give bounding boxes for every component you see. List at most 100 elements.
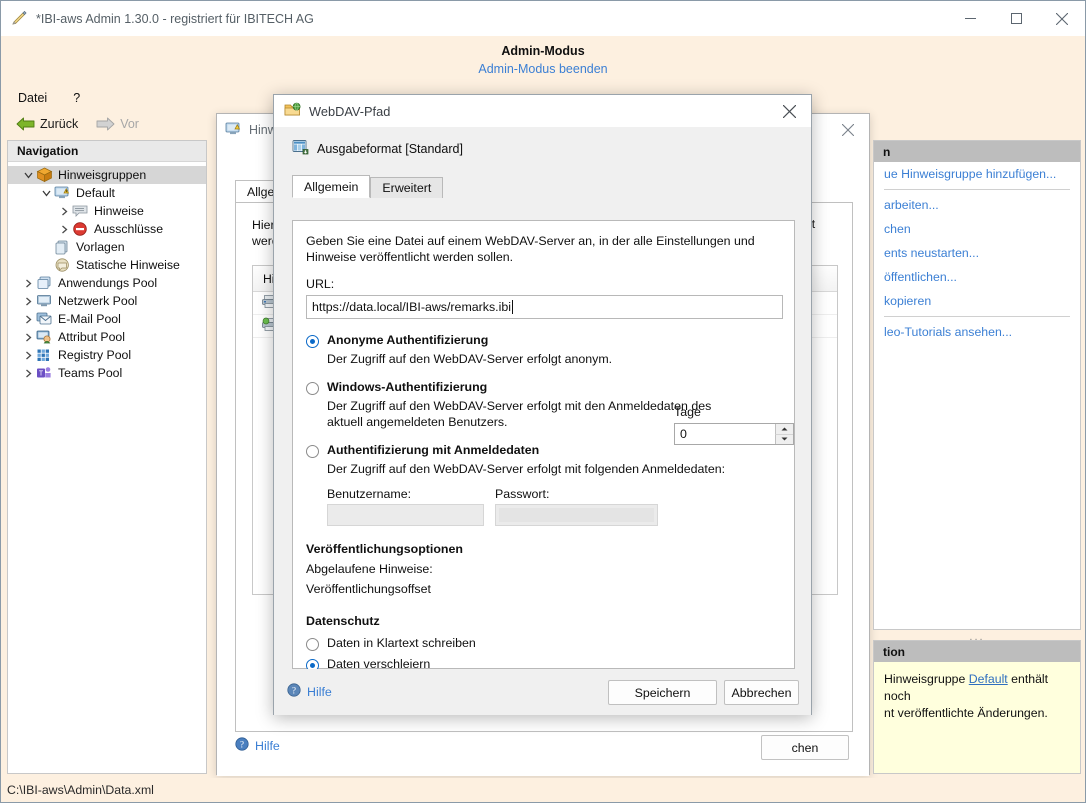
chevron-right-icon[interactable] [20,315,36,324]
radio-anonymous[interactable] [306,335,319,348]
action-publish[interactable]: öffentlichen... [874,265,1080,289]
dialog-tabpanel-allgemein: Geben Sie eine Datei auf einem WebDAV-Se… [292,220,795,669]
notification-default-link[interactable]: Default [969,672,1008,686]
dialog-help-link[interactable]: ? Hilfe [287,683,332,700]
hinweisgruppe-cancel-button[interactable]: chen [761,735,849,760]
sidebar-item-vorlagen[interactable]: Vorlagen [8,238,206,256]
chevron-down-icon[interactable] [20,171,36,180]
sidebar-item-label: Hinweisgruppen [58,168,146,182]
dialog-intro-text: Geben Sie eine Datei auf einem WebDAV-Se… [306,233,781,265]
notification-panel: tion Hinweisgruppe Default enthält noch … [873,640,1081,774]
output-format-row: Ausgabeformat [Standard] [274,127,811,158]
forward-button[interactable]: Vor [90,115,145,133]
password-input[interactable] [495,504,658,526]
menu-help[interactable]: ? [64,88,89,108]
password-field-group: Passwort: [495,487,658,526]
sidebar-item-registry-pool[interactable]: Registry Pool [8,346,206,364]
chevron-down-icon[interactable] [38,189,54,198]
menu-datei[interactable]: Datei [9,88,56,108]
chevron-right-icon[interactable] [20,351,36,360]
sidebar-item-label: Attribut Pool [58,330,125,344]
divider [884,316,1070,317]
auth-option-anonymous[interactable]: Anonyme Authentifizierung [306,333,781,348]
auth-option-windows-label: Windows-Authentifizierung [327,380,487,394]
svg-text:T: T [39,371,44,378]
admin-mode-banner: Admin-Modus Admin-Modus beenden [1,36,1085,85]
auth-option-credentials[interactable]: Authentifizierung mit Anmeldedaten [306,443,781,458]
sidebar-item-label: Anwendungs Pool [58,276,157,290]
chevron-right-icon[interactable] [56,207,72,216]
sidebar-item-netzwerk-pool[interactable]: Netzwerk Pool [8,292,206,310]
radio-credentials[interactable] [306,445,319,458]
chevron-right-icon[interactable] [20,279,36,288]
hinweisgruppe-help-link[interactable]: ? Hilfe [235,737,280,754]
days-stepper[interactable]: 0 [674,423,794,445]
back-button[interactable]: Zurück [10,115,84,133]
url-label: URL: [306,277,781,291]
chevron-right-icon[interactable] [20,333,36,342]
action-video-tutorials[interactable]: leo-Tutorials ansehen... [874,320,1080,344]
sidebar-item-attribut-pool[interactable]: Attribut Pool [8,328,206,346]
minimize-button[interactable] [947,1,993,36]
password-label: Passwort: [495,487,658,501]
monitor-warning-icon [225,121,242,140]
action-add-hinweisgruppe[interactable]: ue Hinweisgruppe hinzufügen... [874,162,1080,186]
output-format-label: Ausgabeformat [Standard] [317,142,463,156]
status-bar: C:\IBI-aws\Admin\Data.xml [1,778,1085,802]
registry-icon [36,347,53,363]
password-inner [499,508,654,522]
dialog-body: Ausgabeformat [Standard] Allgemein Erwei… [274,127,811,715]
dialog-close-icon[interactable] [767,95,811,127]
chevron-right-icon[interactable] [20,297,36,306]
divider [884,189,1070,190]
cancel-button[interactable]: Abbrechen [724,680,799,705]
radio-windows[interactable] [306,382,319,395]
sidebar-item-label: Hinweise [94,204,144,218]
sidebar-item-email-pool[interactable]: E-Mail Pool [8,310,206,328]
days-label: Tage [674,405,701,419]
sidebar-item-anwendungs-pool[interactable]: Anwendungs Pool [8,274,206,292]
hinweisgruppe-close-icon[interactable] [827,114,869,146]
save-button[interactable]: Speichern [608,680,717,705]
exit-admin-mode-link[interactable]: Admin-Modus beenden [478,59,607,79]
tab-erweitert[interactable]: Erweitert [370,177,443,198]
output-format-icon [292,139,309,158]
sidebar-item-label: E-Mail Pool [58,312,121,326]
sidebar-item-teams-pool[interactable]: T Teams Pool [8,364,206,382]
sidebar-item-statische-hinweise[interactable]: Statische Hinweise [8,256,206,274]
sidebar-item-ausschluesse[interactable]: Ausschlüsse [8,220,206,238]
sidebar-item-hinweisgruppen[interactable]: Hinweisgruppen [8,166,206,184]
privacy-option-plaintext[interactable]: Daten in Klartext schreiben [306,636,781,651]
maximize-button[interactable] [993,1,1039,36]
tab-allgemein[interactable]: Allgemein [292,175,370,198]
stepper-up-icon[interactable] [775,424,793,435]
sidebar-item-label: Netzwerk Pool [58,294,137,308]
sidebar-item-default[interactable]: Default [8,184,206,202]
window-titlebar: *IBI-aws Admin 1.30.0 - registriert für … [1,1,1085,36]
notification-text-line2: nt veröffentlichte Änderungen. [884,705,1070,722]
action-edit[interactable]: arbeiten... [874,193,1080,217]
attribute-icon [36,329,53,345]
sidebar-item-label: Registry Pool [58,348,131,362]
action-restart-clients[interactable]: ents neustarten... [874,241,1080,265]
radio-plaintext[interactable] [306,638,319,651]
navigation-header: Navigation [8,141,206,162]
username-label: Benutzername: [327,487,484,501]
auth-option-windows[interactable]: Windows-Authentifizierung [306,380,781,395]
action-delete[interactable]: chen [874,217,1080,241]
chevron-right-icon[interactable] [56,225,72,234]
stepper-buttons [775,424,793,444]
svg-text:?: ? [292,686,296,696]
package-icon [36,167,53,183]
stepper-down-icon[interactable] [775,435,793,445]
close-icon[interactable] [1039,1,1085,36]
action-copy[interactable]: kopieren [874,289,1080,313]
url-input[interactable]: https://data.local/IBI-aws/remarks.ibi [306,295,783,319]
publish-offset-label: Veröffentlichungsoffset [306,582,781,596]
dialog-tabs: Allgemein Erweitert [292,174,811,197]
username-input[interactable] [327,504,484,526]
svg-text:?: ? [240,739,244,749]
back-button-label: Zurück [40,117,78,131]
chevron-right-icon[interactable] [20,369,36,378]
sidebar-item-hinweise[interactable]: Hinweise [8,202,206,220]
